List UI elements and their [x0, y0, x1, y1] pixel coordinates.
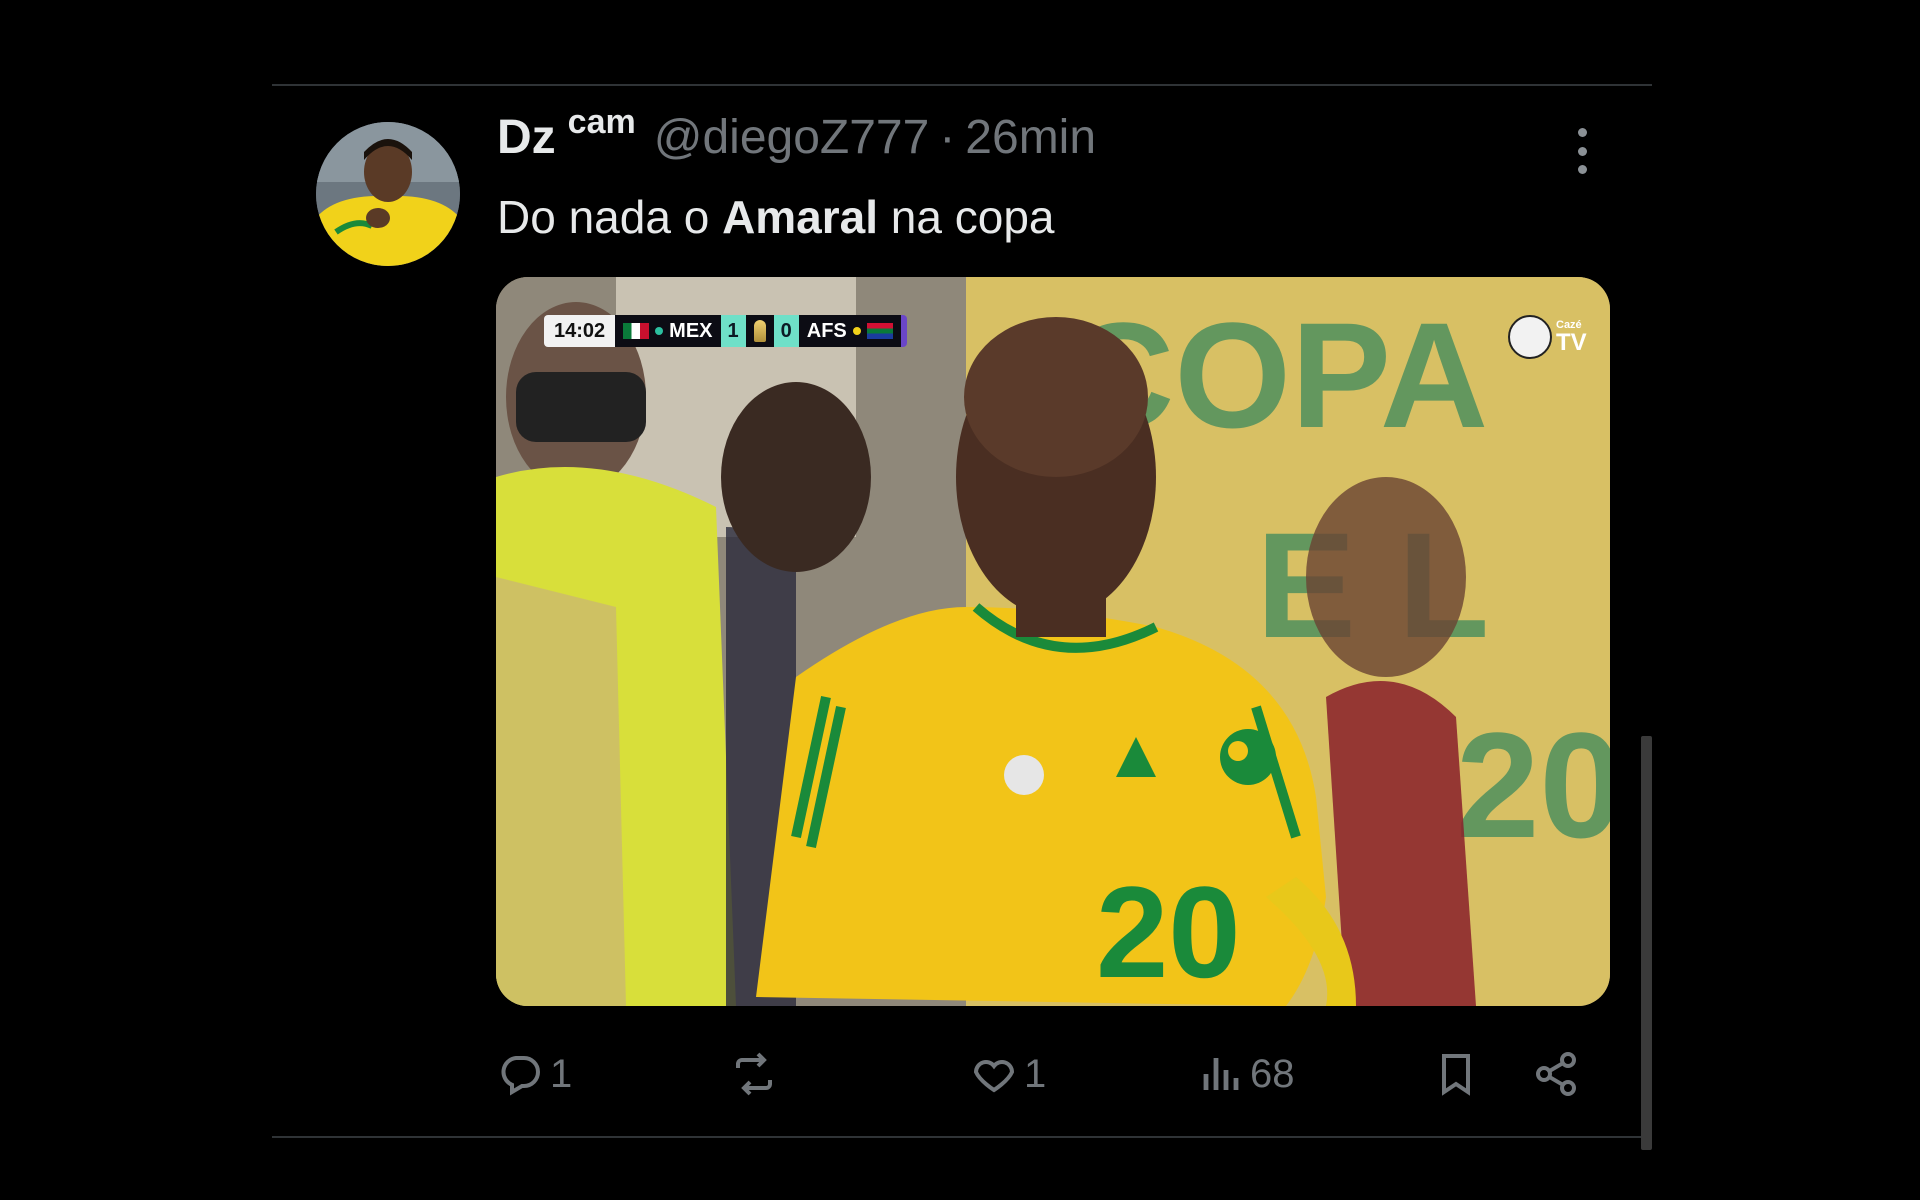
- mexico-flag-icon: [623, 323, 650, 339]
- views-button[interactable]: 68: [1196, 1044, 1295, 1104]
- separator: ·: [939, 111, 956, 164]
- tweet-media[interactable]: COPA E L 20 20 14:02 MEX 1: [496, 277, 1610, 1006]
- bookmark-button[interactable]: [1432, 1044, 1480, 1104]
- media-image: COPA E L 20 20: [496, 277, 1610, 1006]
- trophy-icon: [745, 315, 774, 347]
- author-badge: cam: [567, 103, 636, 141]
- broadcaster-logo-icon: [1508, 315, 1552, 359]
- reply-icon: [501, 1056, 540, 1096]
- home-team: MEX: [615, 315, 721, 347]
- away-team: AFS: [798, 315, 901, 347]
- broadcaster-large: TV: [1556, 328, 1587, 356]
- scorebug: 14:02 MEX 1 0 AFS: [544, 315, 907, 347]
- top-divider: [272, 84, 1652, 86]
- share-icon: [1536, 1052, 1576, 1096]
- south-africa-flag-icon: [866, 323, 893, 339]
- tweet-text-bold: Amaral: [722, 191, 879, 243]
- home-score: 1: [720, 315, 746, 347]
- home-team-name: MEX: [669, 319, 713, 342]
- away-team-name: AFS: [806, 319, 847, 342]
- away-pip-icon: [852, 327, 861, 335]
- retweet-button[interactable]: [730, 1044, 778, 1104]
- banner-text-3: 20: [1456, 701, 1610, 869]
- tweet-text: Do nada o Amaral na copa: [497, 190, 1055, 244]
- like-count: 1: [1024, 1051, 1047, 1096]
- jersey-number: 20: [1096, 859, 1241, 1005]
- bottom-divider: [272, 1136, 1652, 1138]
- tweet-header: Dz cam @diegoZ777 · 26min: [497, 103, 1096, 180]
- avatar[interactable]: [316, 122, 460, 266]
- like-icon: [973, 1060, 1015, 1093]
- away-score: 0: [773, 315, 799, 347]
- retweet-icon: [736, 1052, 772, 1096]
- reply-button[interactable]: 1: [496, 1044, 572, 1104]
- bookmark-icon: [1442, 1054, 1470, 1096]
- home-pip-icon: [655, 327, 664, 335]
- tweet-time[interactable]: 26min: [965, 110, 1096, 165]
- action-bar: 1 1 68: [0, 1044, 1920, 1104]
- tweet-text-after: na copa: [878, 191, 1055, 243]
- author-handle[interactable]: @diegoZ777: [654, 110, 930, 165]
- match-clock: 14:02: [544, 315, 616, 347]
- tweet-text-before: Do nada o: [497, 191, 723, 243]
- avatar-image: [316, 122, 460, 266]
- share-button[interactable]: [1532, 1044, 1580, 1104]
- reply-count: 1: [550, 1051, 573, 1096]
- scorebug-end: [900, 315, 907, 347]
- views-icon: [1203, 1058, 1239, 1090]
- broadcaster-logo: Cazé TV: [1508, 315, 1587, 359]
- views-count: 68: [1250, 1051, 1295, 1096]
- more-icon[interactable]: [1570, 128, 1594, 174]
- author-name[interactable]: Dz: [497, 110, 556, 165]
- like-button[interactable]: 1: [970, 1044, 1046, 1104]
- scrollbar[interactable]: [1641, 736, 1652, 1150]
